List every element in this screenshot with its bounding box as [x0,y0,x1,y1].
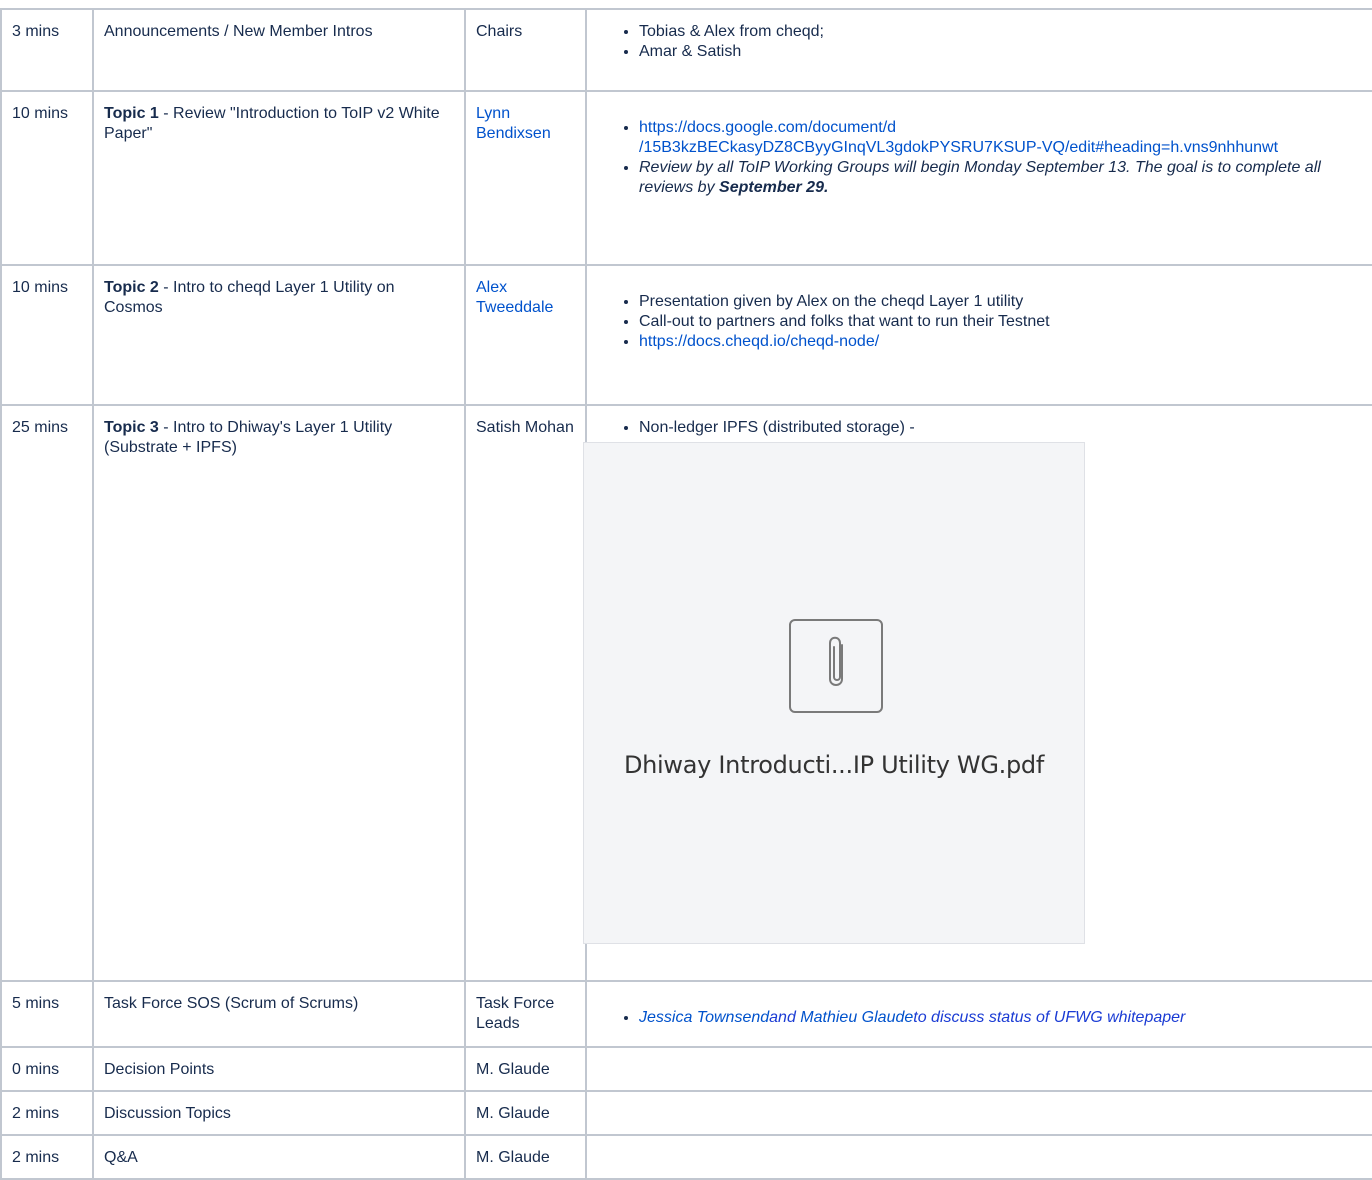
paperclip-icon [789,619,883,713]
who-cell: Chairs [464,8,587,92]
table-row: 10 mins Topic 1 - Review "Introduction t… [0,90,1372,266]
notes-cell: Jessica Townsendand Mathieu Glaudeto dis… [585,980,1372,1048]
notes-cell [585,1134,1372,1180]
notes-cell: https://docs.google.com/document/d/15B3k… [585,90,1372,266]
item-cell: Announcements / New Member Intros [92,8,466,92]
agenda-table: 3 mins Announcements / New Member Intros… [0,8,1372,1180]
user-mention-jessica-townsend[interactable]: Jessica Townsend [639,1009,769,1026]
user-mention-mathieu-glaude[interactable]: Mathieu Glaude [800,1009,913,1026]
topic-label: Topic 1 [104,105,159,122]
who-cell: M. Glaude [464,1134,587,1180]
notes-list: https://docs.google.com/document/d/15B3k… [597,118,1366,198]
notes-cell [585,1046,1372,1092]
notes-list: Jessica Townsendand Mathieu Glaudeto dis… [597,1008,1366,1028]
item-cell: Topic 3 - Intro to Dhiway's Layer 1 Util… [92,404,466,982]
attachment-filename: Dhiway Introducti...IP Utility WG.pdf [623,751,1045,779]
item-cell: Decision Points [92,1046,466,1092]
link-line-1: https://docs.google.com/document/d [639,119,897,136]
who-cell: Lynn Bendixsen [464,90,587,266]
mention-tail: to discuss status of UFWG whitepaper [913,1009,1186,1026]
table-row: 0 mins Decision Points M. Glaude [0,1046,1372,1092]
who-cell: M. Glaude [464,1046,587,1092]
item-cell: Q&A [92,1134,466,1180]
time-cell: 2 mins [0,1134,94,1180]
who-cell: M. Glaude [464,1090,587,1136]
table-row: 2 mins Discussion Topics M. Glaude [0,1090,1372,1136]
link-line-2: /15B3kzBECkasyDZ8CByyGInqVL3gdokPYSRU7KS… [639,139,1279,156]
list-item: https://docs.google.com/document/d/15B3k… [639,118,1366,158]
user-link-lynn-bendixsen[interactable]: Lynn Bendixsen [476,105,551,142]
review-deadline: September 29. [719,179,829,196]
mention-joiner: and [769,1009,801,1026]
notes-cell: Non-ledger IPFS (distributed storage) - … [583,404,1372,982]
notes-list: Presentation given by Alex on the cheqd … [597,292,1366,352]
who-cell: Satish Mohan [464,404,587,982]
notes-cell: Tobias & Alex from cheqd; Amar & Satish [585,8,1372,92]
time-cell: 2 mins [0,1090,94,1136]
notes-list: Tobias & Alex from cheqd; Amar & Satish [597,22,1366,62]
cheqd-docs-link[interactable]: https://docs.cheqd.io/cheqd-node/ [639,333,879,350]
item-cell: Task Force SOS (Scrum of Scrums) [92,980,466,1048]
table-row: 25 mins Topic 3 - Intro to Dhiway's Laye… [0,404,1372,982]
notes-list: Non-ledger IPFS (distributed storage) - [597,418,1366,438]
list-item: Non-ledger IPFS (distributed storage) - [639,418,1366,438]
time-cell: 5 mins [0,980,94,1048]
table-row: 2 mins Q&A M. Glaude [0,1134,1372,1180]
list-item: Tobias & Alex from cheqd; [639,22,1366,42]
who-cell: Task Force Leads [464,980,587,1048]
list-item: Amar & Satish [639,42,1366,62]
topic-label: Topic 3 [104,419,159,436]
topic-label: Topic 2 [104,279,159,296]
list-item: Call-out to partners and folks that want… [639,312,1366,332]
time-cell: 10 mins [0,90,94,266]
table-row: 10 mins Topic 2 - Intro to cheqd Layer 1… [0,264,1372,406]
time-cell: 10 mins [0,264,94,406]
table-row: 3 mins Announcements / New Member Intros… [0,8,1372,92]
google-doc-link[interactable]: https://docs.google.com/document/d/15B3k… [639,119,1278,156]
list-item: https://docs.cheqd.io/cheqd-node/ [639,332,1366,352]
item-cell: Topic 1 - Review "Introduction to ToIP v… [92,90,466,266]
notes-cell [585,1090,1372,1136]
table-row: 5 mins Task Force SOS (Scrum of Scrums) … [0,980,1372,1048]
list-item: Jessica Townsendand Mathieu Glaudeto dis… [639,1008,1366,1028]
item-cell: Discussion Topics [92,1090,466,1136]
time-cell: 3 mins [0,8,94,92]
time-cell: 0 mins [0,1046,94,1092]
who-cell: Alex Tweeddale [464,264,587,406]
list-item: Presentation given by Alex on the cheqd … [639,292,1366,312]
user-link-alex-tweeddale[interactable]: Alex Tweeddale [476,279,553,316]
list-item: Review by all ToIP Working Groups will b… [639,158,1366,198]
notes-cell: Presentation given by Alex on the cheqd … [585,264,1372,406]
item-cell: Topic 2 - Intro to cheqd Layer 1 Utility… [92,264,466,406]
pdf-attachment-preview[interactable]: Dhiway Introducti...IP Utility WG.pdf [583,442,1085,944]
time-cell: 25 mins [0,404,94,982]
